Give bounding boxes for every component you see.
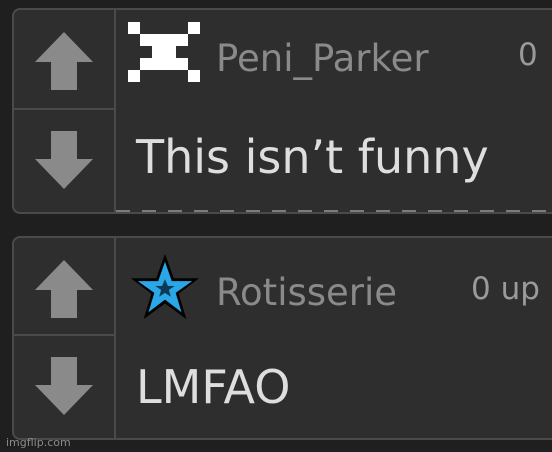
imgflip-watermark: imgflip.com xyxy=(6,436,71,449)
comment-card: Rotisserie 0 up LMFAO xyxy=(12,236,552,440)
arrow-up-icon xyxy=(35,260,93,318)
downvote-button[interactable] xyxy=(14,108,114,212)
pixel-skull-icon xyxy=(128,22,200,82)
comment-points: 0 xyxy=(518,37,538,73)
vote-column xyxy=(14,238,116,438)
upvote-button[interactable] xyxy=(14,238,114,338)
comment-username[interactable]: Peni_Parker xyxy=(216,40,429,77)
vote-column xyxy=(14,10,116,212)
arrow-down-icon xyxy=(35,131,93,189)
comment-card: Peni_Parker 0 This isn’t funny xyxy=(12,8,552,214)
comment-content: Rotisserie 0 up LMFAO xyxy=(116,238,552,438)
comment-body: LMFAO xyxy=(136,360,291,414)
arrow-up-icon xyxy=(35,32,93,90)
dashed-divider xyxy=(116,210,552,212)
blue-star-icon xyxy=(130,253,200,320)
downvote-button[interactable] xyxy=(14,334,114,438)
arrow-down-icon xyxy=(35,357,93,415)
upvote-button[interactable] xyxy=(14,10,114,110)
comment-points: 0 up xyxy=(471,271,540,307)
comment-username[interactable]: Rotisserie xyxy=(216,274,397,311)
comment-content: Peni_Parker 0 This isn’t funny xyxy=(116,10,552,212)
comment-body: This isn’t funny xyxy=(136,130,489,184)
